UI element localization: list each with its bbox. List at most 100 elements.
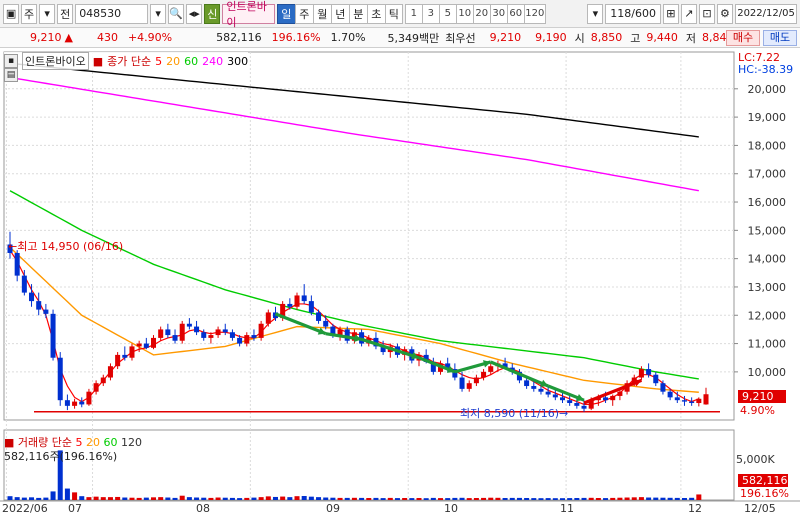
candle-body: [581, 405, 587, 409]
volume-bar: [595, 497, 601, 500]
interval-5[interactable]: 5: [438, 3, 456, 24]
tab-monthly[interactable]: 월: [312, 3, 331, 24]
interval-20[interactable]: 20: [472, 3, 490, 24]
dropdown-chevron-icon[interactable]: ▾: [39, 3, 56, 24]
chart-grid: [3, 51, 735, 501]
volume-legend-label: 거래량 단순: [17, 436, 73, 449]
candle-body: [251, 335, 257, 338]
y-tick-label: 18,000: [748, 139, 787, 152]
volume-tick-label: 5,000K: [736, 453, 775, 466]
candle-body: [229, 332, 235, 338]
stock-nav-icon[interactable]: ◂▸: [186, 3, 203, 24]
code-dropdown-chevron-icon[interactable]: ▾: [150, 3, 167, 24]
y-tick-label: 16,000: [748, 196, 787, 209]
volume-bar: [646, 497, 652, 500]
quote-bar: 9,210 ▲ 430 +4.90% 582,116 196.16% 1.70%…: [0, 28, 800, 48]
buy-button[interactable]: 매수: [726, 30, 760, 46]
volume-bar: [36, 497, 42, 500]
candle-body: [43, 309, 49, 314]
tab-second[interactable]: 초: [366, 3, 385, 24]
y-tick-label: 11,000: [748, 338, 787, 351]
tab-daily[interactable]: 일: [276, 3, 295, 24]
search-icon[interactable]: 🔍: [168, 3, 185, 24]
volume-bar: [122, 497, 128, 500]
interval-3[interactable]: 3: [421, 3, 439, 24]
volume-legend-ma5: 5: [75, 436, 83, 449]
candle-body: [681, 400, 687, 402]
interval-10[interactable]: 10: [455, 3, 473, 24]
volume-legend-ma60: 60: [103, 436, 118, 449]
volume-bar: [287, 497, 293, 500]
volume-bar: [373, 497, 379, 500]
ma60-line: [9, 190, 699, 380]
volume-bar: [158, 497, 164, 500]
new-badge[interactable]: 신: [204, 3, 221, 24]
volume-bar: [359, 497, 365, 500]
candle-body: [610, 395, 616, 401]
candle-body: [545, 391, 551, 395]
candle-body: [524, 380, 530, 387]
volume-bar: [136, 497, 142, 500]
volume-bar: [229, 497, 235, 500]
candle-body: [287, 303, 293, 307]
period-selector[interactable]: 주: [21, 3, 38, 24]
prev-button[interactable]: 전: [57, 3, 74, 24]
tab-yearly[interactable]: 년: [330, 3, 349, 24]
stock-code-input[interactable]: 048530: [75, 3, 149, 24]
sell-button[interactable]: 매도: [763, 30, 797, 46]
legend-color-dot-icon: ■: [92, 54, 104, 68]
volume-bar: [488, 497, 494, 500]
legend-ma60: 60: [184, 54, 199, 68]
interval-input[interactable]: [548, 4, 586, 24]
volume-bar: [524, 497, 530, 500]
candle-body: [57, 357, 63, 401]
candle-body: [14, 252, 20, 276]
candle-body: [194, 326, 200, 333]
candle-body: [122, 354, 128, 358]
volume-bar: [129, 497, 135, 500]
legend-toggle-icon[interactable]: ▪: [4, 54, 18, 68]
tool-line-icon[interactable]: ↗: [680, 3, 697, 24]
ma300-line: [9, 62, 699, 138]
volume-bar: [402, 497, 408, 500]
candle-body: [646, 369, 652, 375]
tab-minute[interactable]: 분: [348, 3, 367, 24]
interval-30[interactable]: 30: [489, 3, 507, 24]
candle-body: [258, 323, 264, 338]
tab-weekly[interactable]: 주: [294, 3, 313, 24]
volume-bar: [423, 498, 429, 500]
legend-ma5: 5: [155, 54, 163, 68]
candle-body: [29, 292, 35, 302]
volume-bar: [64, 488, 70, 500]
settings-gear-icon[interactable]: ⚙: [716, 3, 734, 24]
tool-zoom-icon[interactable]: ⊡: [698, 3, 715, 24]
interval-120[interactable]: 120: [523, 3, 546, 24]
date-input[interactable]: 2022/12/05: [735, 3, 798, 24]
y-tick-label: 14,000: [748, 253, 787, 266]
turnover-value: 1.70%: [330, 31, 366, 44]
volume-bar: [72, 492, 78, 500]
candle-body: [696, 398, 702, 404]
volume-bar: [610, 497, 616, 500]
candle-body: [158, 329, 164, 338]
volume-bar: [143, 497, 149, 500]
legend-collapse-icon[interactable]: ▤: [4, 68, 18, 82]
interval-1[interactable]: 1: [404, 3, 422, 24]
volume-bar: [689, 497, 695, 500]
current-volume-pct-tag: 196.16%: [740, 487, 789, 500]
interval-60[interactable]: 60: [506, 3, 524, 24]
chart-menu-icon[interactable]: ▣: [3, 3, 20, 24]
tool-crosshair-icon[interactable]: ⊞: [662, 3, 679, 24]
tab-tick[interactable]: 틱: [384, 3, 403, 24]
candle-body: [473, 377, 479, 384]
candle-body: [150, 337, 157, 348]
count-dropdown-chevron-icon[interactable]: ▾: [587, 3, 604, 24]
moving-average-lines: [9, 62, 700, 406]
candle-body: [531, 386, 537, 389]
volume-bar: [681, 497, 687, 500]
volume-bar: [265, 496, 271, 500]
current-pct-tag: 4.90%: [740, 404, 775, 417]
legend-ma20: 20: [166, 54, 181, 68]
candle-body: [559, 397, 566, 401]
candle-body: [567, 400, 573, 404]
